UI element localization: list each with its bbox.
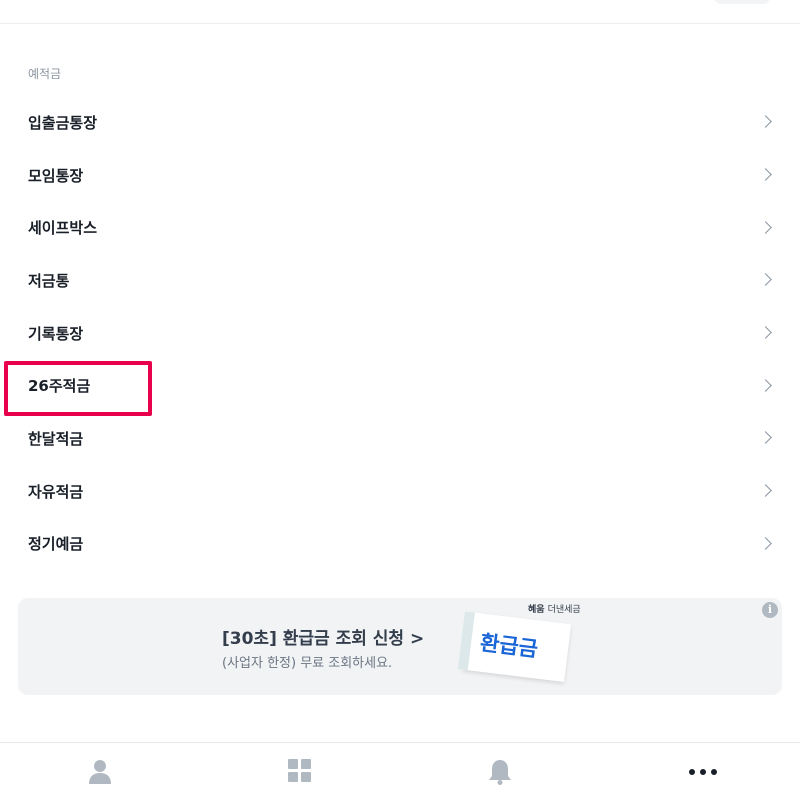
nav-tab-profile[interactable] <box>50 743 150 801</box>
tax-refund-banner[interactable]: [30초] 환급금 조회 신청 > (사업자 한정) 무료 조회하세요. 혜움 더… <box>18 598 782 695</box>
chevron-right-icon <box>759 168 772 181</box>
chevron-right-icon <box>759 220 772 234</box>
chevron-right-icon <box>759 326 772 339</box>
more-icon <box>689 769 717 775</box>
menu-item-label: 정기예금 <box>28 535 84 554</box>
menu-item-26-week-savings[interactable]: 26주적금 <box>0 359 800 412</box>
bell-icon <box>489 760 511 785</box>
menu-item-label: 한달적금 <box>28 429 84 448</box>
menu-item-free-savings[interactable]: 자유적금 <box>0 465 800 518</box>
chevron-right-icon <box>759 378 772 392</box>
grid-icon <box>288 759 311 782</box>
nav-tab-notifications[interactable] <box>450 743 550 801</box>
menu-item-record-account[interactable]: 기록통장 <box>0 307 800 360</box>
ticket-text: 환급금 <box>478 630 540 662</box>
banner-subtitle: (사업자 한정) 무료 조회하세요. <box>222 656 393 671</box>
menu-item-label: 자유적금 <box>28 482 84 501</box>
menu-item-label: 모임통장 <box>28 166 84 185</box>
chevron-right-icon <box>759 115 772 129</box>
bottom-navigation <box>0 742 800 800</box>
top-bar <box>0 0 800 24</box>
menu-item-checking-account[interactable]: 입출금통장 <box>0 96 800 149</box>
menu-item-label: 입출금통장 <box>28 113 98 132</box>
chevron-right-icon <box>759 484 772 498</box>
chevron-right-icon <box>759 431 772 445</box>
info-icon[interactable]: i <box>762 602 778 618</box>
section-label: 예적금 <box>28 67 62 81</box>
nav-tab-home[interactable] <box>250 743 350 801</box>
brand-product: 더낸세금 <box>547 605 581 615</box>
menu-item-label: 26주적금 <box>28 377 91 396</box>
menu-item-label: 저금통 <box>28 271 70 290</box>
menu-item-label: 기록통장 <box>28 324 84 343</box>
brand-name: 혜움 <box>528 605 545 615</box>
chevron-right-icon <box>759 273 772 287</box>
person-icon <box>89 760 111 784</box>
nav-tab-more[interactable] <box>650 743 750 801</box>
top-right-button[interactable] <box>714 0 770 4</box>
refund-ticket-illustration: 환급금 <box>462 612 572 682</box>
menu-item-one-month-savings[interactable]: 한달적금 <box>0 412 800 465</box>
banner-brand: 혜움 더낸세금 <box>528 602 581 615</box>
product-menu-list: 입출금통장 모임통장 세이프박스 저금통 기록통장 26주적금 한달적금 자유적… <box>0 96 800 570</box>
menu-item-fixed-deposit[interactable]: 정기예금 <box>0 518 800 571</box>
banner-title: [30초] 환급금 조회 신청 > <box>222 629 425 649</box>
menu-item-piggy-bank[interactable]: 저금통 <box>0 254 800 307</box>
menu-item-safe-box[interactable]: 세이프박스 <box>0 201 800 254</box>
chevron-right-icon <box>759 536 772 550</box>
menu-item-label: 세이프박스 <box>28 219 98 238</box>
menu-item-group-account[interactable]: 모임통장 <box>0 149 800 202</box>
